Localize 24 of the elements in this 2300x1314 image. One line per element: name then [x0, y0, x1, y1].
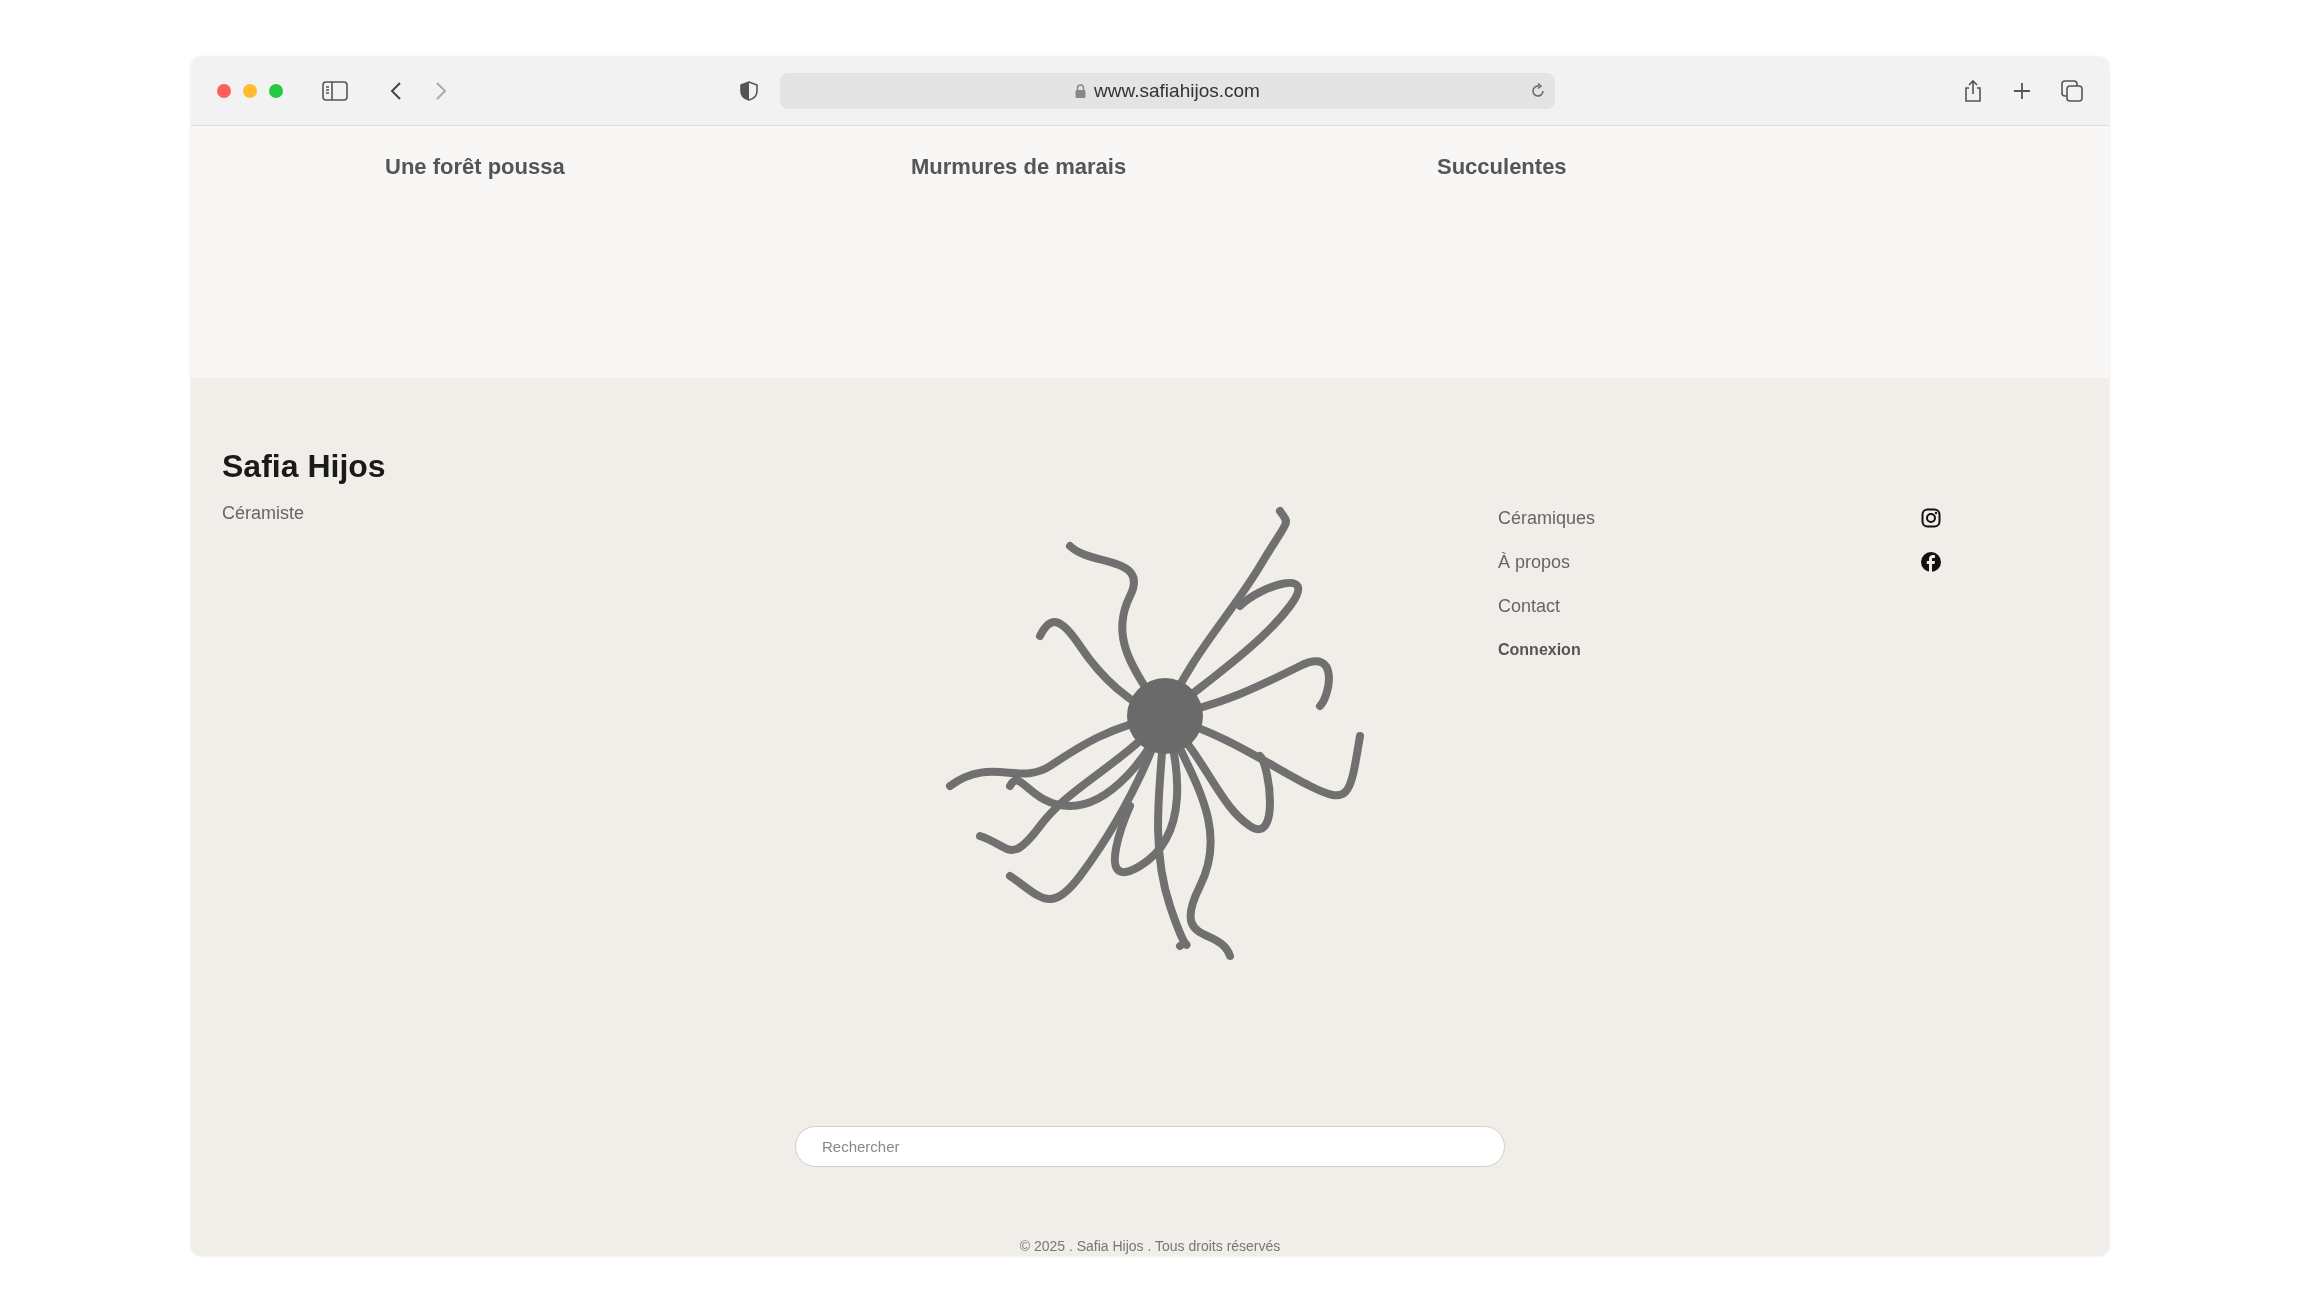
lock-icon	[1075, 84, 1087, 98]
footer-link[interactable]: Céramiques	[1498, 506, 1596, 530]
search-field[interactable]: Rechercher	[795, 1126, 1505, 1167]
instagram-icon[interactable]	[1921, 508, 1941, 528]
close-icon[interactable]	[217, 84, 231, 98]
footer-link[interactable]: Contact	[1498, 594, 1561, 618]
artist-tagline: Céramiste	[222, 503, 306, 524]
collection-title[interactable]: Une forêt poussa	[385, 154, 565, 180]
tabs-icon[interactable]	[2061, 80, 2083, 102]
artist-name[interactable]: Safia Hijos	[222, 448, 930, 485]
sidebar-icon[interactable]	[322, 81, 348, 101]
reload-icon[interactable]	[1530, 83, 1546, 99]
url-text: www.safiahijos.com	[1094, 80, 1260, 102]
collection-title[interactable]: Succulentes	[1437, 154, 1567, 180]
back-icon[interactable]	[390, 81, 402, 101]
footer-link[interactable]: À propos	[1498, 550, 1571, 574]
plus-icon[interactable]	[2013, 82, 2031, 100]
footer-link[interactable]: Connexion	[1498, 638, 1581, 662]
share-icon[interactable]	[1963, 79, 1983, 103]
facebook-icon[interactable]	[1921, 552, 1941, 572]
shield-icon[interactable]	[740, 81, 758, 101]
copyright-text: © 2025 . Safia Hijos . Tous droits réservés	[1019, 1238, 1281, 1254]
address-bar[interactable]: www.safiahijos.com	[780, 73, 1555, 109]
collection-title[interactable]: Murmures de marais	[911, 154, 1127, 180]
